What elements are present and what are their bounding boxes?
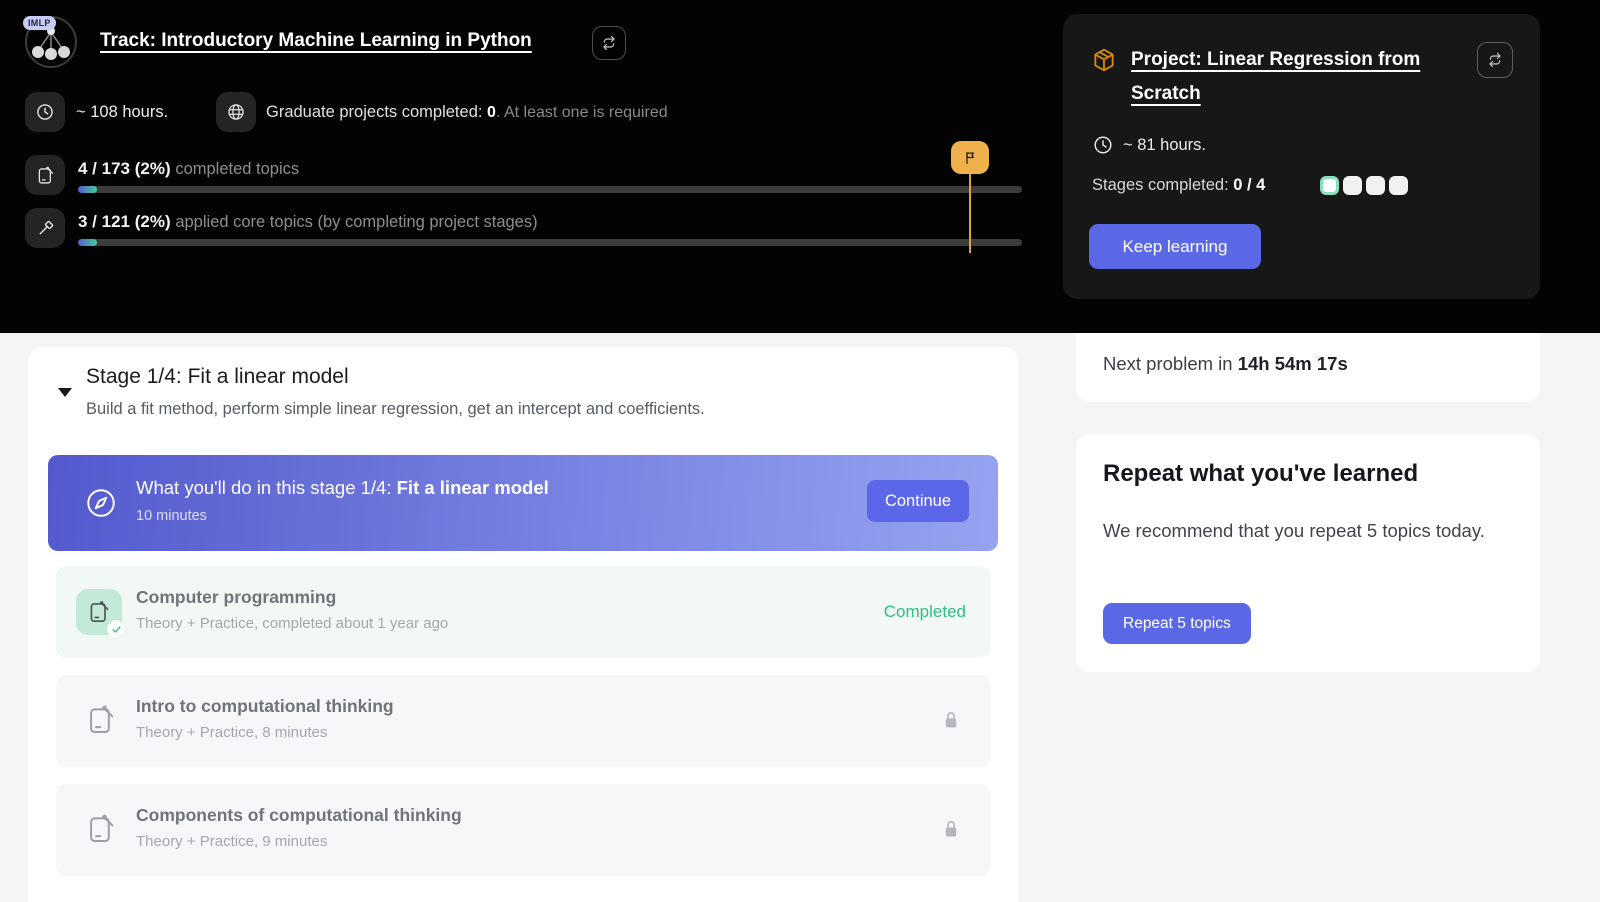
topic-subtitle: Theory + Practice, 8 minutes [136,724,327,741]
next-problem-prefix: Next problem in [1103,353,1238,374]
swap-icon [600,34,618,52]
hammer-icon [35,218,56,239]
stage-intro-prefix: What you'll do in this stage 1/4: [136,477,397,498]
project-hours: ~ 81 hours. [1123,136,1206,155]
applied-progress-bar [78,239,1022,246]
graduate-count: 0 [487,104,496,121]
graduate-label: Graduate projects completed: [266,103,487,121]
compass-icon [84,486,118,520]
next-problem-card: Next problem in 14h 54m 17s [1076,333,1540,402]
topics-progress-stat: 4 / 173 (2%) [78,159,175,178]
applied-progress-text: 3 / 121 (2%) applied core topics (by com… [78,212,538,232]
stage-intro-banner: What you'll do in this stage 1/4: Fit a … [48,455,998,551]
stage-title: Stage 1/4: Fit a linear model [86,365,349,389]
topic-icon-container [76,589,122,635]
collapse-stage-arrow[interactable] [58,388,72,397]
project-cube-icon [1091,47,1117,73]
stage-intro-duration: 10 minutes [136,508,207,524]
repeat-card: Repeat what you've learned We recommend … [1076,434,1540,672]
topic-subtitle: Theory + Practice, 9 minutes [136,833,327,850]
graduate-suffix: . At least one is required [496,104,668,121]
completed-check-badge [107,620,125,638]
topics-progress-label: completed topics [175,160,299,178]
check-icon [111,624,122,635]
track-title-link[interactable]: Track: Introductory Machine Learning in … [100,30,532,52]
topics-progress-fill [78,186,97,193]
change-project-button[interactable] [1477,42,1513,78]
lock-icon [942,817,960,841]
stages-completed-text: Stages completed: 0 / 4 [1092,176,1265,195]
lock-icon [942,708,960,732]
topic-row-computer-programming[interactable]: Computer programming Theory + Practice, … [56,566,990,658]
globe-chip [216,92,256,132]
stages-completed-value: 0 / 4 [1233,176,1265,194]
lock-icon-wrap [942,817,960,846]
applied-progress-stat: 3 / 121 (2%) [78,212,175,231]
topics-progress-text: 4 / 173 (2%) completed topics [78,159,299,179]
stage-square [1389,176,1408,195]
project-card: Project: Linear Regression from Scratch … [1063,14,1540,299]
topic-title: Intro to computational thinking [136,696,394,717]
applied-progress-label: applied core topics (by completing proje… [175,213,537,231]
topic-subtitle: Theory + Practice, completed about 1 yea… [136,615,448,632]
notebook-icon [84,703,118,737]
stage-panel: Stage 1/4: Fit a linear model Build a fi… [28,347,1018,902]
notebook-icon [35,165,56,186]
applied-progress-fill [78,239,97,246]
topic-status-badge: Completed [884,602,966,622]
keep-learning-button[interactable]: Keep learning [1089,224,1261,269]
applied-chip [25,208,65,248]
continue-button[interactable]: Continue [867,480,969,522]
project-title-link[interactable]: Project: Linear Regression from Scratch [1131,43,1436,111]
change-track-button[interactable] [592,26,626,60]
topic-title: Components of computational thinking [136,805,462,826]
lock-icon-wrap [942,708,960,737]
clock-chip [25,92,65,132]
milestone-flag-line [969,174,971,253]
repeat-topics-button[interactable]: Repeat 5 topics [1103,603,1251,644]
clock-icon [1092,134,1114,156]
swap-icon [1486,51,1504,69]
topic-row-intro-computational-thinking[interactable]: Intro to computational thinking Theory +… [56,675,990,767]
repeat-card-title: Repeat what you've learned [1103,460,1418,488]
globe-icon [226,102,246,122]
stage-intro-bold: Fit a linear model [397,477,549,498]
notebook-icon [84,812,118,846]
topics-chip [25,155,65,195]
track-hours: ~ 108 hours. [76,103,168,122]
stage-progress-squares [1320,176,1408,195]
stage-square [1343,176,1362,195]
track-logo[interactable]: IMLP [25,16,77,68]
track-logo-badge: IMLP [23,16,56,30]
clock-icon [35,102,55,122]
flag-icon [961,149,979,167]
stage-square [1366,176,1385,195]
topic-row-components-computational-thinking[interactable]: Components of computational thinking The… [56,784,990,876]
topic-title: Computer programming [136,587,336,608]
stages-completed-label: Stages completed: [1092,176,1233,194]
stage-square-current [1320,176,1339,195]
notebook-icon [86,599,112,625]
track-logo-circle: IMLP [25,16,77,68]
topics-progress-bar [78,186,1022,193]
next-problem-text: Next problem in 14h 54m 17s [1103,353,1348,375]
graduate-projects-text: Graduate projects completed: 0. At least… [266,103,668,122]
repeat-card-body: We recommend that you repeat 5 topics to… [1103,514,1513,547]
next-problem-countdown: 14h 54m 17s [1238,353,1348,374]
milestone-flag-badge [951,141,989,174]
stage-description: Build a fit method, perform simple linea… [86,400,705,419]
stage-intro-text: What you'll do in this stage 1/4: Fit a … [136,477,549,499]
